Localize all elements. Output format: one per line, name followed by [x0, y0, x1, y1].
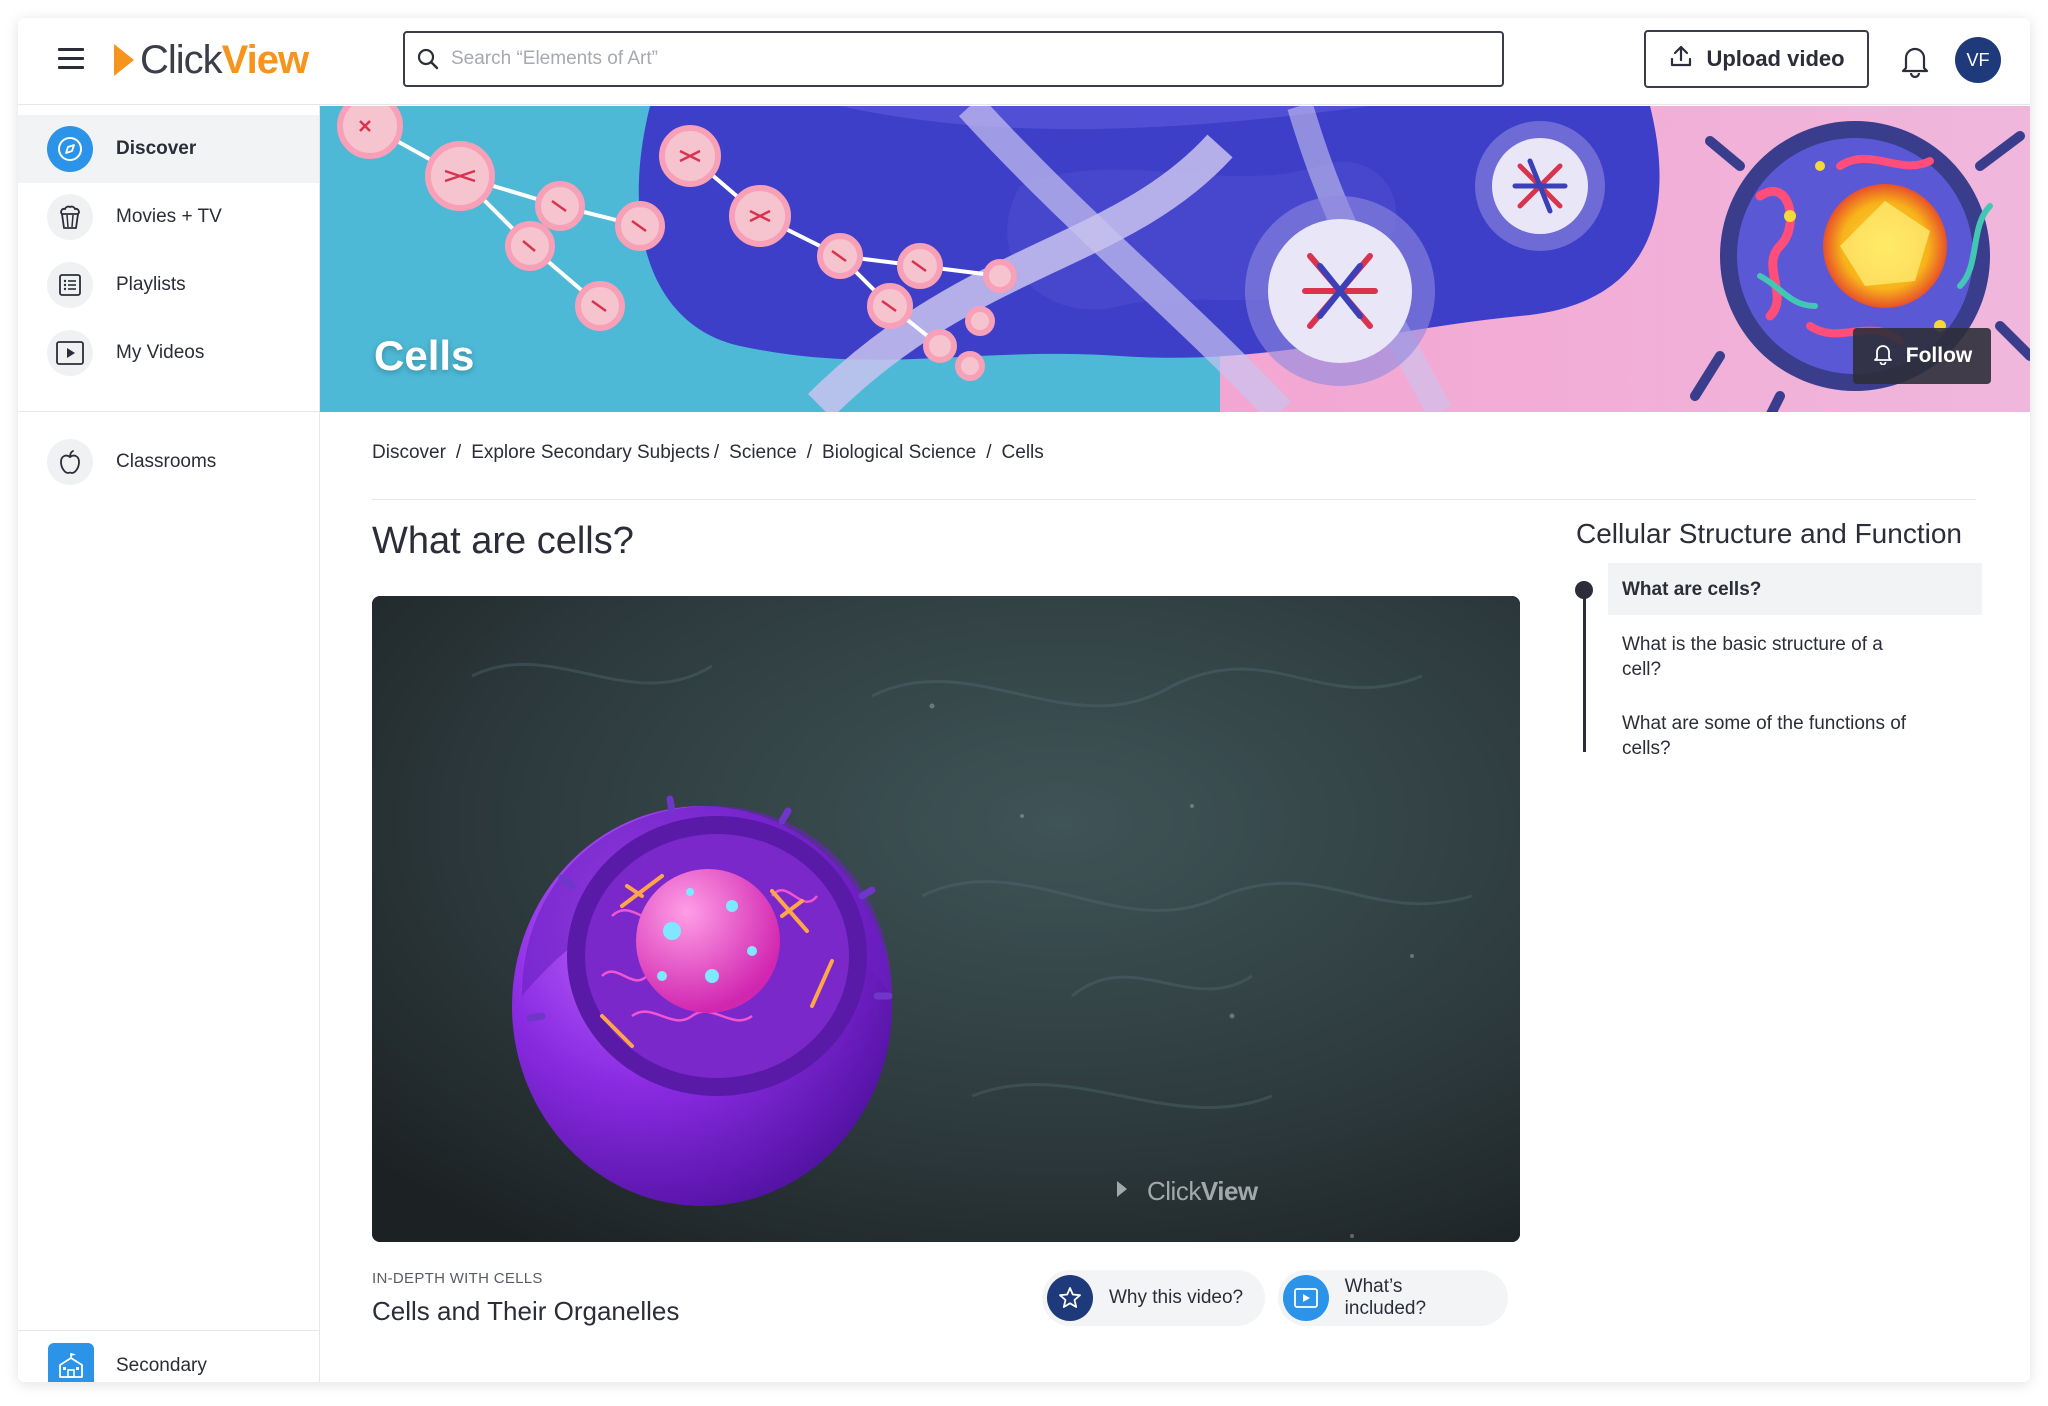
sidebar-item-label: Playlists — [116, 274, 186, 295]
series-label: IN-DEPTH WITH CELLS — [372, 1270, 543, 1287]
search-icon — [405, 47, 451, 71]
play-box-icon — [47, 330, 93, 376]
why-this-video-button[interactable]: Why this video? — [1042, 1270, 1265, 1326]
series-item[interactable]: What are some of the functions of cells? — [1608, 711, 1928, 761]
upload-video-button[interactable]: Upload video — [1644, 30, 1869, 88]
notifications-bell-icon[interactable] — [1898, 42, 1932, 79]
popcorn-icon — [47, 194, 93, 240]
compass-icon — [47, 126, 93, 172]
sidebar-item-label: Movies + TV — [116, 206, 222, 227]
logo-text-click: Click — [140, 37, 223, 82]
whats-included-label: What’s included? — [1344, 1276, 1427, 1319]
star-icon — [1047, 1275, 1093, 1321]
search-box[interactable] — [403, 31, 1504, 87]
breadcrumb-item[interactable]: Discover — [372, 442, 446, 464]
page-title: What are cells? — [372, 520, 634, 562]
sidebar-item-label: Classrooms — [116, 451, 217, 472]
content-divider — [372, 499, 1976, 500]
timeline-line — [1583, 592, 1586, 752]
breadcrumb-separator: / — [455, 442, 462, 463]
top-bar: ClickView Upload video VF — [18, 18, 2030, 105]
breadcrumb-separator: / — [713, 442, 720, 463]
breadcrumb-separator: / — [986, 442, 992, 463]
app-window: ClickView Upload video VF Discover — [18, 18, 2030, 1382]
video-player[interactable]: ClickView — [372, 596, 1520, 1242]
follow-label: Follow — [1905, 344, 1973, 367]
play-box-icon — [1283, 1275, 1329, 1321]
sidebar-item-classrooms[interactable]: Classrooms — [18, 428, 319, 496]
video-thumbnail — [372, 596, 1520, 1242]
bell-icon — [1872, 341, 1894, 371]
watermark-text-view: View — [1200, 1176, 1258, 1206]
series-item-label: What are cells? — [1622, 578, 1762, 600]
school-icon — [48, 1343, 94, 1382]
school-level-label: Secondary — [116, 1354, 207, 1376]
list-icon — [47, 262, 93, 308]
video-title[interactable]: Cells and Their Organelles — [372, 1296, 679, 1327]
video-watermark: ClickView — [1147, 1176, 1258, 1207]
school-level-switcher[interactable]: Secondary — [18, 1330, 319, 1382]
search-input[interactable] — [450, 48, 1502, 70]
upload-icon — [1668, 43, 1694, 75]
breadcrumb: Discover / Explore Secondary Subjects / … — [372, 442, 1044, 464]
series-item-active[interactable]: What are cells? — [1608, 563, 1982, 615]
why-this-video-label: Why this video? — [1109, 1287, 1244, 1308]
breadcrumb-item-current[interactable]: Cells — [1002, 442, 1044, 464]
clickview-logo[interactable]: Click View — [114, 37, 309, 82]
sidebar-item-label: My Videos — [116, 342, 205, 363]
user-avatar[interactable]: VF — [1955, 37, 2001, 83]
breadcrumb-separator: / — [806, 442, 813, 463]
apple-icon — [47, 439, 93, 485]
menu-icon[interactable] — [58, 48, 84, 70]
play-triangle-icon — [114, 44, 134, 76]
upload-video-label: Upload video — [1706, 46, 1845, 71]
topic-banner: Cells Follow — [320, 106, 2030, 412]
follow-button[interactable]: Follow — [1853, 328, 1991, 384]
sidebar-item-movies-tv[interactable]: Movies + TV — [18, 183, 319, 251]
sidebar-divider — [18, 411, 319, 412]
logo-text-view: View — [221, 37, 309, 82]
sidebar-item-label: Discover — [116, 138, 197, 159]
series-item[interactable]: What is the basic structure of a cell? — [1608, 632, 1928, 682]
watermark-text-click: Click — [1147, 1176, 1201, 1206]
breadcrumb-item[interactable]: Biological Science — [822, 442, 976, 464]
series-item-label: What is the basic structure of a cell? — [1622, 634, 1883, 680]
series-item-label: What are some of the functions of cells? — [1622, 713, 1907, 759]
series-panel-title: Cellular Structure and Function — [1576, 518, 1962, 549]
breadcrumb-item[interactable]: Explore Secondary Subjects — [471, 442, 710, 464]
whats-included-button[interactable]: What’s included? — [1278, 1270, 1508, 1326]
sidebar: Discover Movies + TV Playlists My Videos — [18, 105, 320, 1382]
sidebar-item-discover[interactable]: Discover — [18, 115, 319, 183]
banner-illustration — [320, 106, 2030, 412]
sidebar-item-my-videos[interactable]: My Videos — [18, 319, 319, 387]
sidebar-item-playlists[interactable]: Playlists — [18, 251, 319, 319]
breadcrumb-item[interactable]: Science — [729, 442, 797, 464]
timeline-current-dot — [1575, 581, 1593, 599]
topic-title: Cells — [374, 332, 475, 379]
